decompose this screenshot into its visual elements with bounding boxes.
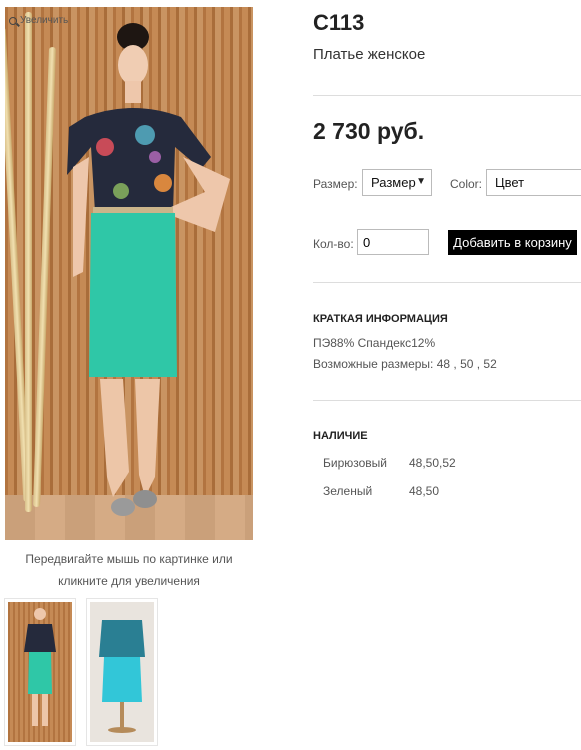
dropdown-arrow-icon: ▼ [416,176,426,187]
availability-color: Зеленый [323,484,373,498]
product-price: 2 730 руб. [313,118,425,144]
availability-color: Бирюзовый [323,456,387,470]
model-figure [67,23,230,516]
magnifier-icon [9,16,17,25]
divider [313,400,581,401]
divider [313,95,581,96]
available-sizes-text: Возможные размеры: 48 , 50 , 52 [313,357,497,371]
color-label: Color: [450,177,483,191]
thumbnail-image [8,602,72,742]
availability-title: НАЛИЧИЕ [313,430,368,442]
thumbnail-image [90,602,154,742]
main-product-image[interactable]: Увеличить [5,7,253,540]
add-to-cart-button[interactable]: Добавить в корзину [448,230,577,255]
thumbnail-2[interactable] [86,598,158,746]
availability-sizes: 48,50 [409,484,440,498]
divider [313,282,581,283]
thumbnail-1[interactable] [4,598,76,746]
size-select[interactable]: Размер ▼ [362,169,432,196]
qty-input[interactable] [357,229,429,255]
color-select-value: Цвет [495,175,525,190]
composition-text: ПЭ88% Спандекс12% [313,336,436,350]
availability-sizes: 48,50,52 [409,456,456,470]
size-label: Размер: [313,177,358,191]
zoom-label: Увеличить [20,15,69,26]
qty-label: Кол-во: [313,237,354,251]
product-code: С113 [313,10,365,35]
product-name: Платье женское [313,46,426,63]
zoom-control[interactable]: Увеличить [9,15,68,26]
size-select-value: Размер [371,175,416,190]
zoom-hint: Передвигайте мышь по картинке или кликни… [25,552,233,588]
brief-info-title: КРАТКАЯ ИНФОРМАЦИЯ [313,313,448,325]
color-select[interactable]: Цвет [486,169,581,196]
